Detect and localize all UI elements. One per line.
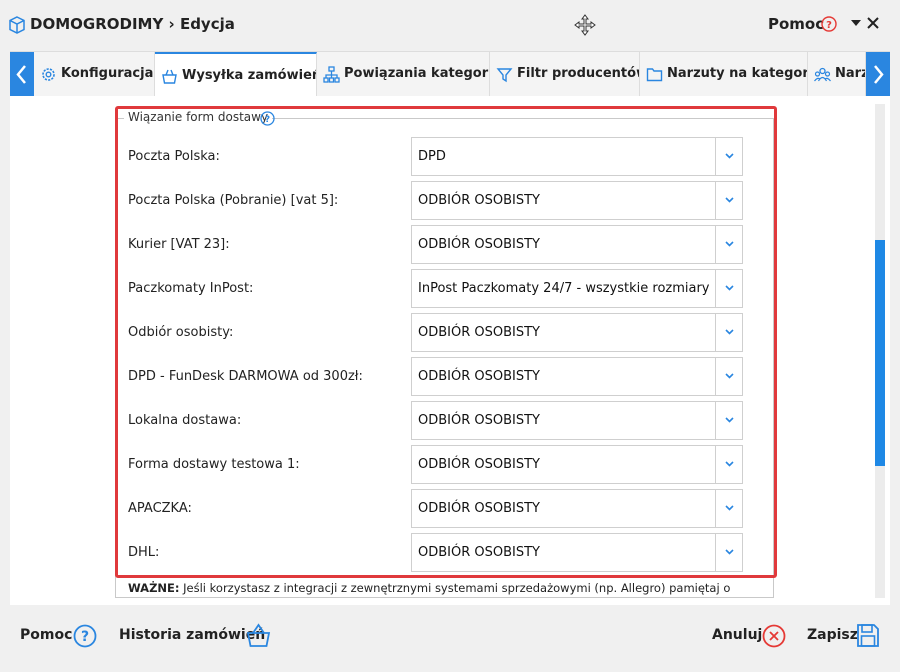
tab-label: Wysyłka zamówień — [182, 68, 317, 83]
folder-icon — [646, 68, 663, 82]
move-icon[interactable] — [573, 14, 597, 36]
filter-icon — [496, 68, 513, 83]
box-icon — [9, 16, 25, 34]
chevron-left-icon — [16, 65, 26, 84]
tab-bar: Konfiguracja Wysyłka zamówień Powiązania… — [10, 51, 890, 97]
tab-scroll-right-button[interactable] — [866, 52, 890, 97]
footer-help-button[interactable]: Pomoc — [20, 627, 72, 643]
window-title: DOMOGRODIMY › Edycja — [30, 15, 235, 33]
tab-wysylka-zamowien[interactable]: Wysyłka zamówień — [155, 52, 317, 97]
tab-label: Filtr producentów — [517, 66, 640, 81]
scrollbar-thumb[interactable] — [875, 240, 885, 466]
tab-narzuty-na-kategorie[interactable]: Narzuty na kategorie — [640, 52, 808, 97]
tab-label: Narzuty na kategorie — [667, 66, 808, 81]
basket-icon[interactable] — [246, 623, 271, 648]
gear-icon — [42, 68, 55, 81]
save-button[interactable]: Zapisz — [807, 627, 858, 643]
help-link[interactable]: Pomoc — [768, 15, 824, 33]
tab-label: Powiązania kategorii — [344, 66, 490, 81]
shipping-icon — [162, 69, 177, 84]
users-icon — [814, 67, 831, 82]
save-icon[interactable] — [856, 623, 880, 648]
chevron-right-icon — [874, 65, 884, 84]
svg-text:?: ? — [81, 629, 89, 645]
tab-konfiguracja[interactable]: Konfiguracja — [34, 52, 155, 97]
dropdown-icon[interactable] — [850, 18, 862, 28]
help-icon[interactable]: ? — [821, 16, 837, 32]
warning-note-text: Jeśli korzystasz z integracji z zewnętrz… — [179, 581, 731, 595]
close-icon[interactable] — [866, 16, 880, 30]
help-icon[interactable]: ? — [73, 624, 97, 648]
cancel-icon[interactable] — [762, 624, 786, 648]
svg-text:?: ? — [826, 20, 832, 31]
tab-filtr-producentow[interactable]: Filtr producentów — [490, 52, 640, 97]
tree-icon — [323, 66, 340, 83]
tab-label: Konfiguracja — [61, 66, 154, 81]
tab-label: Narzu — [835, 66, 865, 81]
warning-note-label: WAŻNE: — [128, 581, 180, 595]
order-history-button[interactable]: Historia zamówień — [119, 627, 265, 643]
cancel-button[interactable]: Anuluj — [712, 627, 762, 643]
tab-scroll-left-button[interactable] — [10, 52, 34, 97]
tab-powiazania-kategorii[interactable]: Powiązania kategorii — [317, 52, 490, 97]
warning-note: WAŻNE: Jeśli korzystasz z integracji z z… — [128, 581, 730, 595]
highlight-frame — [115, 106, 777, 578]
title-bar: DOMOGRODIMY › Edycja Pomoc ? — [0, 0, 900, 50]
tab-narzuty[interactable]: Narzu — [808, 52, 866, 97]
